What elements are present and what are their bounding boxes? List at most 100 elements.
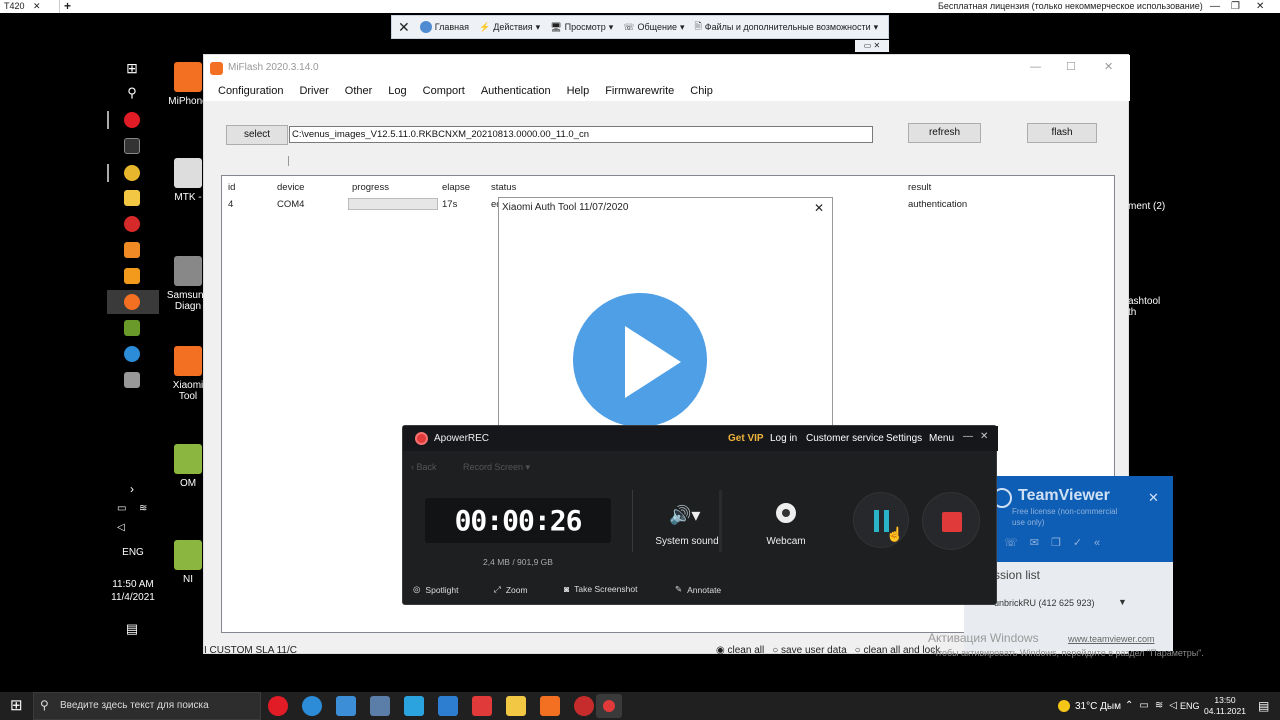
clock-date: 04.11.2021: [1204, 706, 1246, 716]
spotlight-tool[interactable]: ◎ Spotlight: [413, 584, 459, 595]
app-icon[interactable]: [336, 696, 356, 716]
home-icon: [419, 21, 432, 33]
menu-firmwarewrite[interactable]: Firmwarewrite: [605, 85, 674, 97]
menu-chip[interactable]: Chip: [690, 85, 713, 97]
chevron-down-icon[interactable]: ▼: [1118, 597, 1127, 607]
teamviewer-icon[interactable]: [302, 696, 322, 716]
minimize-icon[interactable]: —: [1210, 0, 1220, 13]
play-button[interactable]: [567, 287, 713, 433]
miflash-icon[interactable]: [124, 294, 140, 310]
menu-help[interactable]: Help: [567, 85, 590, 97]
folder-icon[interactable]: [124, 190, 140, 206]
customer-service-link[interactable]: Customer service: [806, 433, 884, 444]
radio-clean-all-lock[interactable]: ○ clean all and lock: [855, 645, 941, 656]
opera-icon[interactable]: [268, 696, 288, 716]
record-mode-select[interactable]: Record Screen ▾: [463, 462, 530, 473]
chevron-right-icon[interactable]: ›: [124, 482, 140, 498]
toolbar-home[interactable]: Главная: [419, 21, 469, 33]
session-item[interactable]: unbrickRU (412 625 923): [994, 598, 1095, 608]
panel-tool-icons[interactable]: ☏✉❐✓«: [1004, 536, 1112, 549]
miflash-logo-icon: [210, 62, 223, 75]
close-icon[interactable]: ✕: [33, 1, 41, 11]
select-button[interactable]: select: [226, 125, 288, 145]
language-indicator[interactable]: ENG: [1180, 701, 1200, 711]
close-icon[interactable]: ✕: [980, 431, 988, 442]
speaker-icon[interactable]: 🔊▾: [669, 505, 700, 526]
toolbar-files[interactable]: 🗎 Файлы и дополнительные возможности ▾: [695, 19, 879, 35]
login-link[interactable]: Log in: [770, 433, 797, 444]
clock[interactable]: 13:50 04.11.2021: [1200, 695, 1250, 717]
desktop-icon-label[interactable]: ment (2): [1128, 201, 1168, 212]
webcam-icon[interactable]: [776, 503, 796, 523]
toolbar-window-controls[interactable]: ▭ ✕: [855, 40, 889, 52]
active-app-highlight[interactable]: [596, 694, 622, 718]
app-icon[interactable]: [574, 696, 594, 716]
teamviewer-icon[interactable]: [124, 346, 140, 362]
notification-icon[interactable]: ▤: [1258, 699, 1269, 713]
flash-button[interactable]: flash: [1027, 123, 1097, 143]
close-icon[interactable]: ✕: [1104, 60, 1113, 73]
app-icon[interactable]: [124, 320, 140, 336]
minimize-icon[interactable]: —: [1030, 61, 1041, 73]
zoom-tool[interactable]: ⤢ Zoom: [494, 584, 528, 595]
menu-authentication[interactable]: Authentication: [481, 85, 551, 97]
menu-link[interactable]: Menu: [929, 433, 954, 444]
desktop-icon-label[interactable]: ashtool th: [1128, 296, 1168, 318]
column-header-device: device: [277, 182, 305, 193]
system-sound-label[interactable]: System sound: [651, 536, 723, 547]
app-icon[interactable]: [124, 216, 140, 232]
toolbar-actions[interactable]: ⚡ Действия ▾: [479, 22, 540, 33]
usb-icon[interactable]: [124, 372, 140, 388]
stop-button[interactable]: [922, 492, 980, 550]
minimize-icon[interactable]: —: [963, 431, 973, 442]
screenshot-tool[interactable]: ◙ Take Screenshot: [564, 584, 637, 594]
windows-start-icon[interactable]: ⊞: [10, 698, 23, 713]
menu-comport[interactable]: Comport: [423, 85, 465, 97]
firmware-path-input[interactable]: C:\venus_images_V12.5.11.0.RKBCNXM_20210…: [289, 126, 873, 143]
weather-icon: [1058, 700, 1070, 712]
lightning-icon: ⚡: [479, 21, 491, 32]
opera-icon[interactable]: [124, 112, 140, 128]
toolbar-view[interactable]: 🖥 Просмотр ▾: [550, 22, 613, 33]
new-tab-button[interactable]: +: [64, 0, 71, 13]
tray-icons[interactable]: ⌃▭≋◁: [1125, 700, 1183, 711]
windows-start-icon[interactable]: ⊞: [124, 60, 140, 76]
taskbar-search-input[interactable]: Введите здесь текст для поиска: [33, 692, 261, 720]
menu-configuration[interactable]: Configuration: [218, 85, 283, 97]
refresh-button[interactable]: refresh: [908, 123, 981, 143]
session-tab[interactable]: T420 ✕: [0, 0, 60, 13]
chrome-icon[interactable]: [124, 165, 140, 181]
webcam-label[interactable]: Webcam: [755, 536, 817, 547]
app-icon[interactable]: [124, 268, 140, 284]
close-icon[interactable]: ✕: [398, 19, 410, 36]
maximize-icon[interactable]: ☐: [1066, 60, 1076, 73]
back-label: Back: [416, 462, 437, 472]
menu-log[interactable]: Log: [388, 85, 406, 97]
close-icon[interactable]: ✕: [814, 201, 824, 215]
toolbar-communicate[interactable]: ☏ Общение ▾: [623, 22, 684, 33]
menu-driver[interactable]: Driver: [299, 85, 328, 97]
app-icon[interactable]: [124, 242, 140, 258]
notification-icon[interactable]: ▤: [124, 621, 140, 637]
annotate-tool[interactable]: ✎ Annotate: [675, 584, 721, 595]
app-icon[interactable]: [472, 696, 492, 716]
close-icon[interactable]: ✕: [1256, 0, 1264, 13]
miflash-icon[interactable]: [540, 696, 560, 716]
settings-link[interactable]: Settings: [886, 433, 922, 444]
back-link[interactable]: ‹ Back: [411, 462, 437, 472]
close-icon[interactable]: ✕: [1148, 490, 1159, 506]
radio-save-user-data[interactable]: ○ save user data: [772, 645, 846, 656]
menu-other[interactable]: Other: [345, 85, 373, 97]
get-vip-link[interactable]: Get VIP: [728, 433, 764, 444]
app-icon[interactable]: [438, 696, 458, 716]
terminal-icon[interactable]: [124, 138, 140, 154]
teamviewer-toolbar: ✕ Главная ⚡ Действия ▾ 🖥 Просмотр ▾ ☏ Общение…: [391, 15, 889, 39]
search-icon[interactable]: ⚲: [124, 85, 140, 101]
app-icon[interactable]: [370, 696, 390, 716]
folder-icon[interactable]: [506, 696, 526, 716]
teamviewer-link[interactable]: www.teamviewer.com: [1068, 634, 1155, 644]
weather-text[interactable]: 31°C Дым: [1075, 701, 1121, 712]
telegram-icon[interactable]: [404, 696, 424, 716]
restore-icon[interactable]: ❐: [1231, 0, 1240, 13]
radio-clean-all[interactable]: ◉ clean all: [716, 645, 764, 656]
